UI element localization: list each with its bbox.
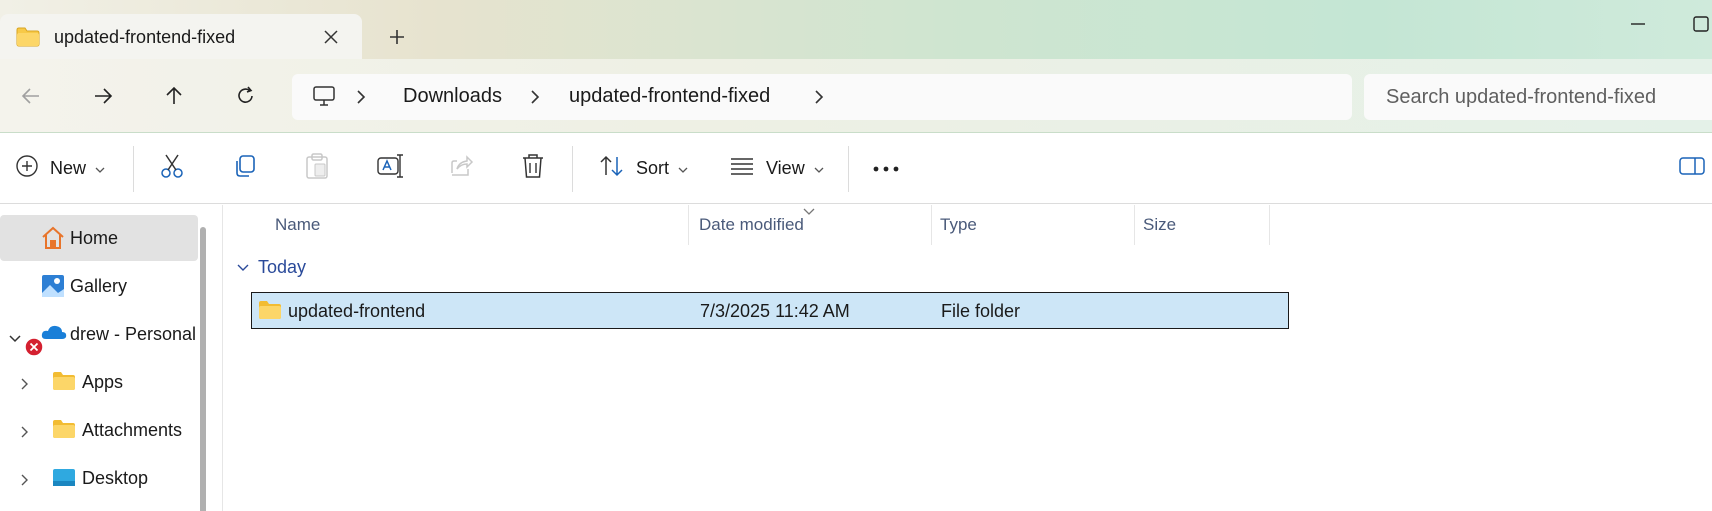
group-label: Today: [258, 257, 307, 277]
onedrive-icon: [40, 321, 68, 348]
copy-button[interactable]: [232, 148, 258, 188]
home-icon: [40, 225, 66, 256]
column-header-type[interactable]: Type: [940, 205, 977, 245]
chevron-right-icon[interactable]: [20, 471, 30, 492]
breadcrumb-current-folder[interactable]: updated-frontend-fixed: [569, 85, 770, 108]
arrow-left-icon[interactable]: [14, 79, 48, 113]
chevron-right-icon[interactable]: [812, 86, 826, 113]
sidebar-item-onedrive[interactable]: drew - Personal: [0, 311, 198, 357]
sort-button[interactable]: Sort: [598, 148, 689, 188]
chevron-down-icon: [236, 257, 250, 278]
address-bar[interactable]: Downloads updated-frontend-fixed: [292, 74, 1352, 120]
share-button[interactable]: [448, 148, 474, 188]
rename-button[interactable]: [376, 148, 404, 188]
details-pane-icon: [1678, 155, 1706, 182]
sidebar-item-label: Home: [70, 227, 119, 248]
cut-button[interactable]: [159, 148, 185, 188]
share-icon: [448, 153, 474, 184]
close-tab-icon[interactable]: [318, 24, 344, 50]
file-name: updated-frontend: [288, 301, 426, 321]
sort-icon: [598, 153, 626, 184]
chevron-down-icon: [813, 158, 825, 179]
folder-icon: [52, 419, 76, 444]
toolbar-divider: [133, 146, 134, 192]
sidebar-scrollbar[interactable]: [200, 227, 206, 511]
copy-icon: [232, 153, 258, 184]
sort-descending-icon: [802, 201, 816, 222]
desktop-folder-icon: [52, 468, 76, 493]
sidebar-item-apps[interactable]: Apps: [0, 359, 198, 405]
paste-icon: [304, 152, 330, 185]
more-icon: [872, 158, 900, 179]
toolbar-divider: [848, 146, 849, 192]
new-button[interactable]: New: [14, 148, 106, 188]
chevron-down-icon[interactable]: [8, 328, 22, 349]
view-button-label: View: [766, 157, 805, 178]
sidebar-item-label: drew - Personal: [70, 323, 197, 344]
column-divider[interactable]: [1134, 205, 1135, 245]
more-options-button[interactable]: [872, 148, 900, 188]
sidebar-item-label: Desktop: [82, 467, 149, 488]
navigation-pane: Home Gallery drew - Personal Apps Attach…: [0, 205, 214, 511]
new-button-label: New: [50, 157, 87, 178]
paste-button[interactable]: [304, 148, 330, 188]
file-type: File folder: [941, 301, 1021, 321]
this-pc-icon[interactable]: [312, 84, 336, 113]
column-header-size[interactable]: Size: [1143, 205, 1176, 245]
column-divider[interactable]: [1269, 205, 1270, 245]
chevron-down-icon: [94, 158, 106, 179]
chevron-right-icon[interactable]: [354, 86, 368, 113]
sidebar-item-attachments[interactable]: Attachments: [0, 407, 198, 453]
search-box[interactable]: [1364, 74, 1712, 120]
chevron-right-icon[interactable]: [20, 423, 30, 444]
folder-icon: [16, 27, 40, 52]
sidebar-item-label: Attachments: [82, 419, 183, 440]
column-divider[interactable]: [931, 205, 932, 245]
file-date-modified: 7/3/2025 11:42 AM: [700, 301, 850, 321]
maximize-icon[interactable]: [1692, 12, 1712, 36]
sidebar-item-label: Apps: [82, 371, 124, 392]
table-row[interactable]: updated-frontend 7/3/2025 11:42 AM File …: [251, 292, 1289, 329]
column-header-date-modified[interactable]: Date modified: [699, 205, 804, 245]
view-icon: [728, 155, 756, 182]
title-bar: updated-frontend-fixed: [0, 0, 1712, 60]
rename-icon: [376, 152, 404, 185]
search-input[interactable]: [1364, 74, 1712, 120]
chevron-right-icon[interactable]: [20, 375, 30, 396]
tab-title: updated-frontend-fixed: [54, 27, 236, 47]
minimize-icon[interactable]: [1626, 12, 1650, 36]
arrow-right-icon[interactable]: [86, 79, 120, 113]
group-header-today[interactable]: Today: [236, 257, 306, 278]
sidebar-item-home[interactable]: Home: [0, 215, 198, 261]
folder-icon: [258, 300, 282, 325]
view-button[interactable]: View: [728, 148, 825, 188]
chevron-right-icon[interactable]: [528, 86, 542, 113]
pane-divider: [222, 205, 223, 511]
sidebar-item-gallery[interactable]: Gallery: [0, 263, 198, 309]
cut-icon: [159, 152, 185, 185]
plus-circle-icon: [14, 153, 40, 184]
column-divider[interactable]: [688, 205, 689, 245]
sort-button-label: Sort: [636, 157, 670, 178]
column-header-name[interactable]: Name: [275, 205, 320, 245]
arrow-up-icon[interactable]: [157, 79, 191, 113]
sidebar-item-label: Gallery: [70, 275, 128, 296]
folder-icon: [52, 371, 76, 396]
toolbar-divider: [572, 146, 573, 192]
breadcrumb-downloads[interactable]: Downloads: [403, 85, 502, 108]
command-bar: New Sort View: [0, 134, 1712, 204]
delete-button[interactable]: [520, 148, 546, 188]
delete-icon: [520, 152, 546, 185]
refresh-icon[interactable]: [229, 79, 263, 113]
tab-current-folder[interactable]: updated-frontend-fixed: [0, 14, 362, 60]
plus-icon[interactable]: [384, 24, 410, 50]
chevron-down-icon: [677, 158, 689, 179]
address-row: Downloads updated-frontend-fixed: [0, 59, 1712, 133]
file-list: Name Date modified Type Size Today updat…: [224, 205, 1712, 511]
sidebar-item-desktop[interactable]: Desktop: [0, 455, 198, 501]
details-pane-button[interactable]: [1678, 148, 1706, 188]
gallery-icon: [40, 273, 66, 304]
